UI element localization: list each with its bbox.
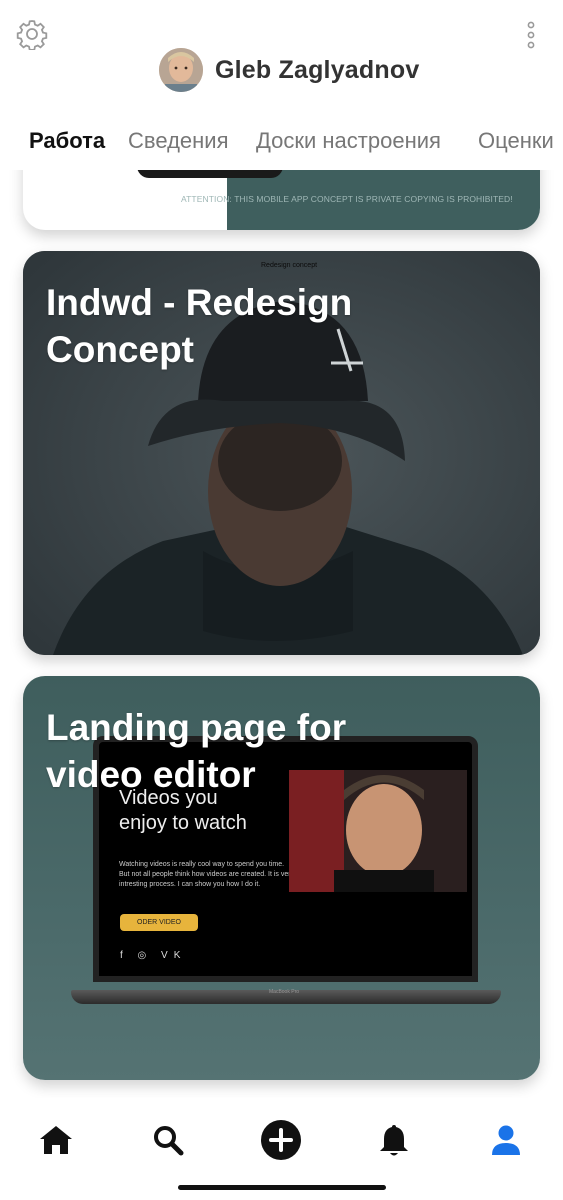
profile-header: Gleb Zaglyadnov	[159, 47, 419, 93]
mockup-social-icons: f ◎ VK	[120, 950, 187, 961]
phone-mockup-image	[137, 170, 283, 178]
project-card[interactable]: Videos you enjoy to watch Watching video…	[23, 676, 540, 1080]
nav-home-button[interactable]	[34, 1118, 78, 1162]
home-indicator	[178, 1185, 386, 1190]
profile-tabs: Работа Сведения Доски настроения Оценки	[0, 120, 563, 164]
nav-profile-button[interactable]	[484, 1118, 528, 1162]
project-title: Landing page for video editor	[46, 707, 347, 795]
avatar[interactable]	[159, 48, 203, 92]
more-options-button[interactable]	[520, 20, 542, 50]
project-card[interactable]: Redesign concept Indwd - Redesign Concep…	[23, 251, 540, 655]
nav-notifications-button[interactable]	[372, 1118, 416, 1162]
nav-search-button[interactable]	[146, 1118, 190, 1162]
project-title: Indwd - Redesign Concept	[46, 282, 353, 370]
card-caption: Redesign concept	[261, 262, 318, 269]
project-card[interactable]: ATTENTION: THIS MOBILE APP CONCEPT IS PR…	[23, 170, 540, 230]
vertical-dots-icon	[527, 21, 535, 49]
mockup-body-text: Watching videos is really cool way to sp…	[119, 861, 295, 888]
user-icon	[492, 1125, 520, 1155]
tab-work[interactable]: Работа	[29, 128, 105, 154]
tab-info[interactable]: Сведения	[128, 128, 229, 154]
profile-name: Gleb Zaglyadnov	[215, 55, 420, 84]
tab-moodboards[interactable]: Доски настроения	[256, 128, 441, 154]
bell-icon	[380, 1125, 408, 1156]
nav-add-button[interactable]	[259, 1118, 303, 1162]
gear-icon	[16, 20, 48, 51]
search-icon	[154, 1126, 184, 1156]
bottom-navigation	[0, 1100, 563, 1200]
home-icon	[40, 1126, 72, 1154]
projects-feed[interactable]: ATTENTION: THIS MOBILE APP CONCEPT IS PR…	[0, 170, 563, 1098]
card-notice-text: ATTENTION: THIS MOBILE APP CONCEPT IS PR…	[181, 194, 513, 204]
plus-circle-icon	[261, 1120, 301, 1160]
settings-button[interactable]	[16, 18, 48, 51]
top-bar: Gleb Zaglyadnov	[0, 0, 563, 110]
tab-ratings[interactable]: Оценки	[478, 128, 554, 154]
laptop-brand-label: MacBook Pro	[269, 989, 300, 995]
mockup-order-button: ODER VIDEO	[120, 914, 198, 931]
